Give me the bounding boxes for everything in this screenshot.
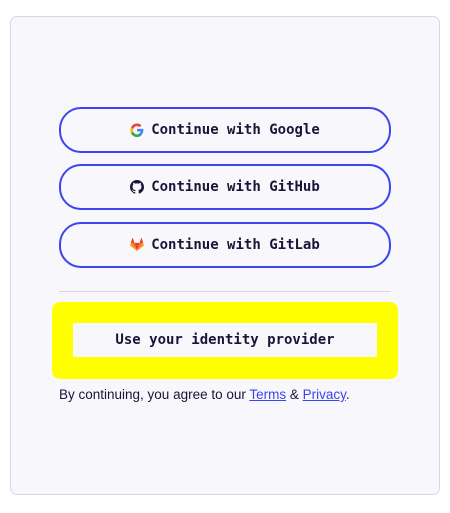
terms-suffix: . (345, 387, 350, 402)
continue-with-github-button[interactable]: Continue with GitHub (59, 164, 391, 210)
google-icon (130, 123, 144, 137)
continue-with-gitlab-button[interactable]: Continue with GitLab (59, 222, 391, 268)
continue-with-google-button[interactable]: Continue with Google (59, 107, 391, 153)
terms-amp: & (286, 387, 303, 402)
button-label: Continue with GitHub (151, 179, 320, 195)
terms-notice: By continuing, you agree to our Terms & … (59, 387, 350, 402)
terms-prefix: By continuing, you agree to our (59, 387, 250, 402)
gitlab-icon (130, 238, 145, 251)
button-label: Continue with Google (151, 122, 320, 138)
github-icon (130, 180, 145, 194)
divider (59, 291, 391, 292)
identity-provider-button[interactable]: Use your identity provider (73, 323, 377, 357)
privacy-link[interactable]: Privacy (303, 387, 346, 402)
terms-link[interactable]: Terms (249, 387, 286, 402)
button-label: Continue with GitLab (151, 237, 320, 253)
